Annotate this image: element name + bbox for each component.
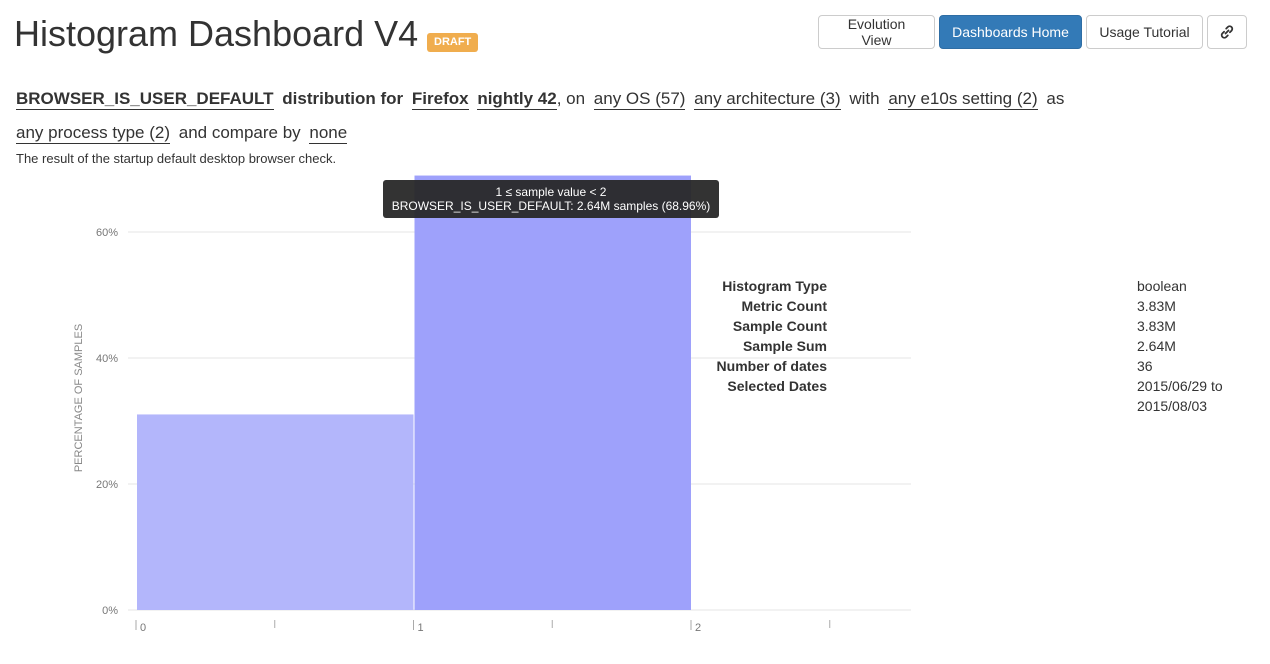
distribution-for-text: distribution for <box>282 89 404 108</box>
y-tick-label: 60% <box>96 227 118 239</box>
evolution-view-button[interactable]: Evolution View <box>818 15 935 49</box>
stat-label: Selected Dates <box>727 378 827 394</box>
histogram-bar <box>414 175 691 610</box>
permalink-button[interactable] <box>1207 15 1247 49</box>
with-text: with <box>849 89 880 108</box>
stat-value: 3.83M <box>1137 318 1176 334</box>
architecture-selector[interactable]: any architecture (3) <box>694 89 841 110</box>
stat-label: Sample Sum <box>742 338 827 354</box>
y-tick-label: 20% <box>96 479 118 491</box>
stat-value: 2015/06/29 to <box>1137 378 1223 394</box>
y-tick-label: 0% <box>102 605 118 617</box>
link-icon <box>1220 25 1234 39</box>
stat-label: Histogram Type <box>722 278 827 294</box>
stat-value: 2.64M <box>1137 338 1176 354</box>
os-selector[interactable]: any OS (57) <box>593 89 686 110</box>
dashboards-home-button[interactable]: Dashboards Home <box>939 15 1082 49</box>
x-tick-label: 2 <box>695 622 701 634</box>
usage-tutorial-button[interactable]: Usage Tutorial <box>1086 15 1203 49</box>
histogram-chart: 0% 20% 40% 60% PERCENTAGE OF SAMPLES 0 1 2 <box>73 175 911 634</box>
stat-label: Sample Count <box>732 318 827 334</box>
compare-by-text: and compare by <box>178 123 301 142</box>
tooltip-detail: BROWSER_IS_USER_DEFAULT: 2.64M samples (… <box>391 199 711 213</box>
on-text: , on <box>556 89 586 108</box>
x-tick-label: 0 <box>140 622 146 634</box>
stat-value: boolean <box>1137 278 1187 294</box>
stat-label: Metric Count <box>741 298 827 314</box>
draft-badge: DRAFT <box>427 33 479 52</box>
as-text: as <box>1046 89 1065 108</box>
histogram-bar <box>137 414 414 610</box>
metric-selector[interactable]: BROWSER_IS_USER_DEFAULT <box>16 89 274 110</box>
y-axis-label: PERCENTAGE OF SAMPLES <box>73 324 85 472</box>
stat-value: 3.83M <box>1137 298 1176 314</box>
stat-value: 2015/08/03 <box>1137 398 1208 414</box>
product-selector[interactable]: Firefox <box>411 89 469 110</box>
y-tick-label: 40% <box>96 353 118 365</box>
channel-version-selector[interactable]: nightly 42 <box>477 89 557 110</box>
x-tick-label: 1 <box>418 622 424 634</box>
process-type-selector[interactable]: any process type (2) <box>16 123 171 144</box>
compare-selector[interactable]: none <box>309 123 348 144</box>
query-sentence-line1: BROWSER_IS_USER_DEFAULT distribution for… <box>16 89 1068 110</box>
e10s-selector[interactable]: any e10s setting (2) <box>888 89 1038 110</box>
query-sentence-line2: any process type (2) and compare by none <box>16 123 351 144</box>
metric-description: The result of the startup default deskto… <box>16 151 337 166</box>
bar-tooltip: 1 ≤ sample value < 2 BROWSER_IS_USER_DEF… <box>383 180 719 218</box>
stat-label: Number of dates <box>716 358 827 374</box>
tooltip-range: 1 ≤ sample value < 2 <box>495 185 607 199</box>
stat-value: 36 <box>1137 358 1153 374</box>
page-title: Histogram Dashboard V4 <box>14 13 419 54</box>
